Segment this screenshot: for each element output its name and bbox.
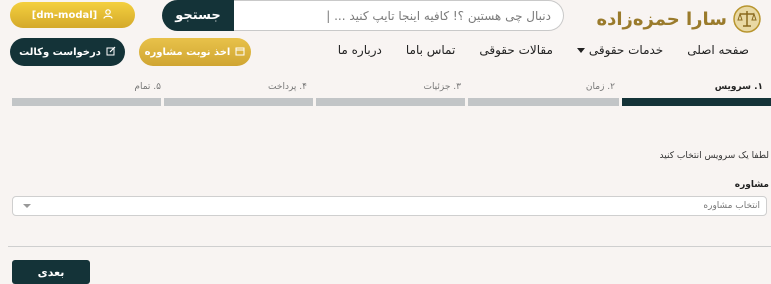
nav-label: صفحه اصلی [687, 43, 749, 57]
user-icon [103, 8, 113, 22]
chevron-down-icon [576, 47, 585, 53]
scales-of-justice-icon [733, 5, 761, 33]
calendar-icon [235, 46, 245, 59]
chevron-down-icon [23, 204, 31, 208]
nav-item-contact[interactable]: تماس باما [406, 43, 455, 57]
step-label-done: ۵. تمام [134, 82, 161, 92]
nav-item-articles[interactable]: مقالات حقوقی [479, 43, 553, 57]
divider [8, 246, 771, 247]
login-label: [dm-modal] [31, 9, 98, 21]
brand-name: سارا حمزه‌زاده [596, 8, 727, 30]
step-label-service: ۱. سرویس [714, 82, 763, 92]
next-button[interactable]: بعدی [12, 260, 90, 284]
login-button[interactable]: [dm-modal] [10, 2, 135, 28]
select-placeholder: انتخاب مشاوره [703, 201, 760, 211]
service-instruction: لطفا یک سرویس انتخاب کنید [659, 151, 769, 161]
nav-label: خدمات حقوقی [588, 43, 664, 57]
lawyer-request-label: درخواست وکالت [19, 46, 101, 58]
step-label-payment: ۴. پرداخت [268, 82, 307, 92]
step-bar-time [468, 98, 619, 106]
brand-logo[interactable]: سارا حمزه‌زاده [596, 5, 761, 33]
nav-item-services[interactable]: خدمات حقوقی [576, 43, 664, 57]
consultation-field-label: مشاوره [734, 180, 769, 190]
nav-label: درباره ما [337, 43, 382, 57]
nav-label: تماس باما [405, 43, 456, 57]
search-bar: جستجو [162, 0, 564, 31]
step-bar-service [622, 98, 771, 106]
step-label-time: ۲. زمان [585, 82, 615, 92]
nav-label: مقالات حقوقی [479, 43, 553, 57]
step-bar-done [12, 98, 161, 106]
step-bar-details [316, 98, 465, 106]
consultation-select[interactable]: انتخاب مشاوره [12, 196, 767, 216]
nav-item-about[interactable]: درباره ما [338, 43, 382, 57]
search-button[interactable]: جستجو [162, 0, 234, 31]
step-bar-payment [164, 98, 313, 106]
main-nav: صفحه اصلی خدمات حقوقی مقالات حقوقی تماس … [338, 43, 749, 57]
edit-icon [106, 46, 116, 59]
nav-item-home[interactable]: صفحه اصلی [687, 43, 749, 57]
step-label-details: ۳. جزئیات [423, 82, 461, 92]
consult-button[interactable]: اخذ نوبت مشاوره [139, 38, 251, 66]
search-input[interactable] [234, 0, 564, 31]
consult-label: اخذ نوبت مشاوره [144, 46, 231, 58]
lawyer-request-button[interactable]: درخواست وکالت [10, 38, 125, 66]
